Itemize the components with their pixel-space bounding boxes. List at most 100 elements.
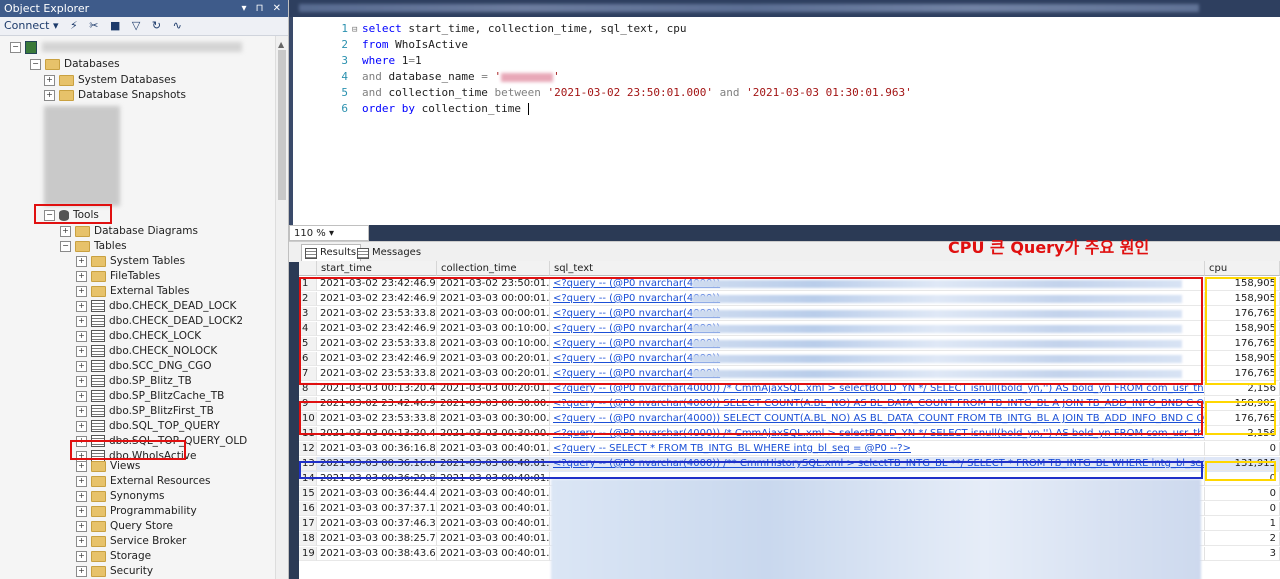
editor-line[interactable]: 5 and collection_time between '2021-03-02… xyxy=(293,85,911,101)
tree-storage[interactable]: + Storage xyxy=(76,549,151,564)
column-header-cpu[interactable]: cpu xyxy=(1205,261,1280,276)
tree-query-store[interactable]: + Query Store xyxy=(76,519,173,534)
tree-database-diagrams[interactable]: + Database Diagrams xyxy=(60,224,198,239)
tree-service-broker[interactable]: + Service Broker xyxy=(76,534,186,549)
fold-icon[interactable]: ⊟ xyxy=(352,22,362,38)
expand-icon[interactable]: + xyxy=(76,565,87,577)
expand-icon[interactable]: + xyxy=(76,270,87,282)
tree-database-snapshots[interactable]: + Database Snapshots xyxy=(44,88,186,103)
code-token: and xyxy=(362,70,389,83)
tree-table-item[interactable]: + dbo.SP_BlitzCache_TB xyxy=(76,389,224,404)
refresh-icon[interactable]: ↻ xyxy=(152,19,161,32)
column-header-sql-text[interactable]: sql_text xyxy=(550,261,1205,276)
stop-icon[interactable]: ■ xyxy=(110,19,120,32)
editor-line[interactable]: 2 from WhoIsActive xyxy=(293,37,468,53)
folder-icon xyxy=(59,89,74,101)
expand-icon[interactable]: + xyxy=(76,345,87,357)
redacted-database-name xyxy=(501,72,554,82)
expand-icon[interactable]: + xyxy=(76,475,87,487)
tree-databases[interactable]: − Databases xyxy=(30,57,120,72)
results-grid: start_time collection_time sql_text cpu … xyxy=(299,261,1280,579)
editor-line[interactable]: 3 where 1=1 xyxy=(293,53,421,69)
expand-icon[interactable]: + xyxy=(76,285,87,297)
document-tab-strip[interactable] xyxy=(289,0,1280,17)
tree-table-item[interactable]: + dbo.SP_BlitzFirst_TB xyxy=(76,404,214,419)
expand-icon[interactable]: + xyxy=(76,315,87,327)
expand-icon[interactable]: + xyxy=(44,89,55,101)
tree-label: Databases xyxy=(64,58,120,70)
tree-system-tables[interactable]: + System Tables xyxy=(76,254,185,269)
tree-system-databases[interactable]: + System Databases xyxy=(44,73,176,88)
expand-icon[interactable]: + xyxy=(76,300,87,312)
object-explorer-title-bar: Object Explorer ▾ ⊓ ✕ xyxy=(0,0,288,17)
expand-icon[interactable]: + xyxy=(76,420,87,432)
tree-server-node[interactable]: − xyxy=(10,40,41,55)
tree-filetables[interactable]: + FileTables xyxy=(76,269,160,284)
column-header-start-time[interactable]: start_time xyxy=(317,261,437,276)
tree-label: External Tables xyxy=(110,285,190,297)
filter-icon[interactable]: ▽ xyxy=(132,19,140,32)
tab-messages[interactable]: Messages xyxy=(353,244,426,262)
collapse-icon[interactable]: − xyxy=(60,240,71,252)
tree-tables[interactable]: − Tables xyxy=(60,239,127,254)
expand-icon[interactable]: + xyxy=(76,390,87,402)
expand-icon[interactable]: + xyxy=(76,375,87,387)
redacted-databases-block xyxy=(44,106,120,206)
expand-icon[interactable]: + xyxy=(76,490,87,502)
expand-icon[interactable]: + xyxy=(76,255,87,267)
tree-table-item[interactable]: + dbo.SQL_TOP_QUERY xyxy=(76,419,220,434)
connect-button[interactable]: Connect ▾ xyxy=(4,19,59,32)
expand-icon[interactable]: + xyxy=(76,405,87,417)
code-token: and xyxy=(713,86,747,99)
cell-sql-text[interactable]: <?query -- SELECT * FROM TB_INTG_BL WHER… xyxy=(550,442,1205,456)
code-token: = xyxy=(481,70,495,83)
tree-external-resources[interactable]: + External Resources xyxy=(76,474,211,489)
tree-table-item[interactable]: + dbo.CHECK_DEAD_LOCK xyxy=(76,299,236,314)
tree-views[interactable]: + Views xyxy=(76,459,140,474)
collapse-icon[interactable]: − xyxy=(30,58,41,70)
scroll-up-icon[interactable]: ▲ xyxy=(278,40,284,49)
code-token: ' xyxy=(494,70,502,83)
tree-table-item[interactable]: + dbo.CHECK_LOCK xyxy=(76,329,201,344)
plug-icon[interactable]: ⚡ xyxy=(70,19,78,32)
table-icon xyxy=(91,405,105,417)
tree-label: dbo.SCC_DNG_CGO xyxy=(109,360,212,372)
tree-table-item[interactable]: + dbo.CHECK_DEAD_LOCK2 xyxy=(76,314,243,329)
panel-controls[interactable]: ▾ ⊓ ✕ xyxy=(241,0,284,17)
expand-icon[interactable]: + xyxy=(76,535,87,547)
code-token: start_time, collection_time, sql_text, c… xyxy=(408,22,687,35)
tree-table-item[interactable]: + dbo.CHECK_NOLOCK xyxy=(76,344,217,359)
sql-text-link[interactable]: <?query -- SELECT * FROM TB_INTG_BL WHER… xyxy=(553,443,911,454)
editor-line[interactable]: 4 and database_name = ' ' xyxy=(293,69,559,85)
tree-programmability[interactable]: + Programmability xyxy=(76,504,197,519)
cell-cpu: 0 xyxy=(1205,502,1280,516)
expand-icon[interactable]: + xyxy=(76,460,87,472)
activity-icon[interactable]: ∿ xyxy=(173,19,182,32)
expand-icon[interactable]: + xyxy=(76,520,87,532)
expand-icon[interactable]: + xyxy=(76,360,87,372)
collapse-icon[interactable]: − xyxy=(10,41,21,53)
tree-table-item[interactable]: + dbo.SCC_DNG_CGO xyxy=(76,359,212,374)
expand-icon[interactable]: + xyxy=(76,330,87,342)
expand-icon[interactable]: + xyxy=(76,550,87,562)
editor-line[interactable]: 1 ⊟ select start_time, collection_time, sq… xyxy=(293,21,687,38)
table-icon xyxy=(91,420,105,432)
expand-icon[interactable]: + xyxy=(44,74,55,86)
expand-icon[interactable]: + xyxy=(76,505,87,517)
disconnect-icon[interactable]: ✂ xyxy=(89,19,98,32)
column-header-collection-time[interactable]: collection_time xyxy=(437,261,550,276)
zoom-dropdown[interactable]: 110 % ▾ xyxy=(289,225,369,241)
cell-collection-time: 2021-03-03 00:40:01.530 xyxy=(437,502,550,516)
tree-scrollbar[interactable]: ▲ xyxy=(275,36,288,579)
editor-line[interactable]: 6 order by collection_time xyxy=(293,101,529,117)
tree-table-item[interactable]: + dbo.SP_Blitz_TB xyxy=(76,374,192,389)
query-editor[interactable]: 1 ⊟ select start_time, collection_time, sq… xyxy=(289,17,1280,225)
tree-synonyms[interactable]: + Synonyms xyxy=(76,489,165,504)
table-icon xyxy=(91,360,105,372)
tree-security[interactable]: + Security xyxy=(76,564,153,579)
table-row[interactable]: 12 2021-03-03 00:36:16.817 2021-03-03 00:4… xyxy=(299,442,1280,457)
expand-icon[interactable]: + xyxy=(60,225,71,237)
scrollbar-thumb[interactable] xyxy=(278,50,286,200)
tree-external-tables[interactable]: + External Tables xyxy=(76,284,190,299)
table-icon xyxy=(91,315,105,327)
